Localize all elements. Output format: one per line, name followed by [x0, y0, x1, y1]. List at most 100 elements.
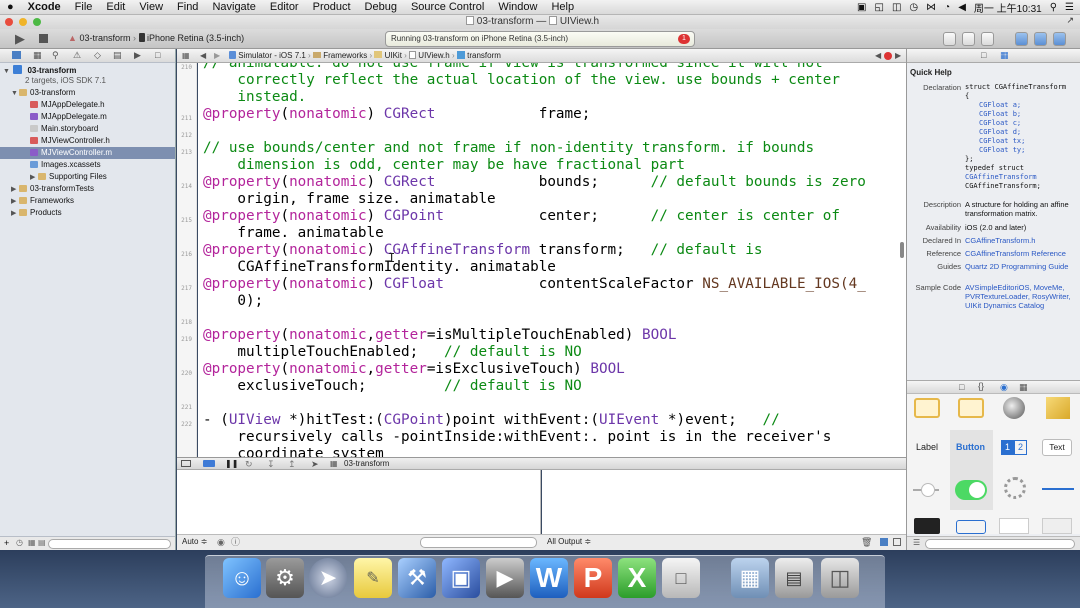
library-item-label[interactable]: Label	[907, 430, 950, 470]
filter-scm-icon[interactable]: ▦	[28, 538, 36, 547]
library-item-image-view[interactable]	[1036, 510, 1079, 534]
qh-reference-link[interactable]: CGAffineTransform Reference	[965, 249, 1079, 258]
fullscreen-icon[interactable]: ↗	[1066, 15, 1074, 26]
ios-simulator-icon[interactable]: ▣	[442, 558, 480, 598]
library-item-button[interactable]: Button	[950, 430, 993, 470]
test-diamond-icon[interactable]: ◇	[94, 50, 101, 61]
menu-window[interactable]: Window	[491, 0, 544, 15]
library-item-activity-indicator[interactable]	[993, 470, 1036, 510]
editor-scrollbar[interactable]	[900, 242, 904, 258]
finder-icon[interactable]: ☺	[223, 558, 261, 598]
trash-icon[interactable]: ◫	[821, 558, 859, 598]
navigator-item[interactable]: ▶ Frameworks	[0, 195, 175, 207]
breadcrumb-uikit[interactable]: UIKit	[385, 51, 402, 60]
xcode-icon[interactable]: ⚒	[398, 558, 436, 598]
qh-decl-link[interactable]: CGAffineTransform	[965, 173, 1079, 182]
menu-edit[interactable]: Edit	[99, 0, 132, 15]
notification-center-icon[interactable]: ☰	[1065, 2, 1074, 13]
source-editor[interactable]: // animatable. do not use frame if view …	[198, 63, 906, 457]
powerpoint-icon[interactable]: P	[574, 558, 612, 598]
debug-target-name[interactable]: 03-transform	[344, 458, 389, 470]
disclosure-closed-icon[interactable]: ▶	[11, 208, 19, 220]
scheme-selector[interactable]: ▲ 03-transform › iPhone Retina (3.5-inch…	[68, 33, 244, 43]
back-arrow-icon[interactable]: ◀	[200, 49, 206, 63]
breakpoint-icon[interactable]: ▶	[134, 50, 141, 61]
breadcrumb-symbol[interactable]: transform	[467, 51, 501, 60]
status-bluetooth-icon[interactable]: ⋈	[926, 2, 936, 13]
applications-folder-icon[interactable]: ▦	[731, 558, 769, 598]
navigator-item[interactable]: ▶ Supporting Files	[0, 171, 175, 183]
recent-files-icon[interactable]: ◷	[16, 538, 23, 547]
previous-issue-icon[interactable]: ◀	[875, 49, 881, 63]
error-badge[interactable]: 1	[678, 34, 690, 44]
qh-declared-link[interactable]: CGAffineTransform.h	[965, 236, 1079, 245]
library-item-glkit[interactable]	[993, 394, 1036, 434]
qh-decl-field[interactable]: CGFloat a;	[965, 101, 1079, 110]
file-template-library-icon[interactable]: □	[959, 382, 964, 392]
info-icon[interactable]: ⓘ	[231, 535, 240, 549]
library-item-view-controller[interactable]	[950, 394, 993, 434]
symbol-navigator-icon[interactable]: ▦	[33, 50, 42, 61]
status-volume-icon[interactable]: ◀	[958, 2, 966, 13]
related-items-icon[interactable]: ▦	[182, 49, 190, 63]
launchpad-rocket-icon[interactable]: ➤	[309, 558, 347, 598]
assistant-editor-button[interactable]	[962, 32, 975, 46]
qh-decl-field[interactable]: CGFloat tx;	[965, 137, 1079, 146]
console-output[interactable]	[542, 470, 906, 534]
file-inspector-icon[interactable]: □	[981, 50, 986, 60]
navigator-item[interactable]: Main.storyboard	[0, 123, 175, 135]
breadcrumb-frameworks[interactable]: Frameworks	[323, 51, 367, 60]
debug-navigator-icon[interactable]: ▤	[113, 50, 122, 61]
menu-find[interactable]: Find	[170, 0, 205, 15]
navigator-item[interactable]: MJAppDelegate.h	[0, 99, 175, 111]
variables-view[interactable]	[177, 470, 541, 534]
library-filter-input[interactable]	[925, 539, 1075, 549]
step-out-icon[interactable]: ↥	[288, 458, 296, 470]
toggle-utilities-button[interactable]	[1053, 32, 1066, 46]
system-preferences-icon[interactable]: ⚙	[266, 558, 304, 598]
show-variables-view-icon[interactable]	[880, 538, 888, 546]
word-icon[interactable]: W	[530, 558, 568, 598]
toggle-debug-area-button[interactable]	[1034, 32, 1047, 46]
qh-decl-field[interactable]: CGFloat ty;	[965, 146, 1079, 155]
next-issue-icon[interactable]: ▶	[895, 49, 901, 63]
library-item-object[interactable]	[1036, 394, 1079, 434]
standard-editor-button[interactable]	[943, 32, 956, 46]
search-icon[interactable]: ⚲	[52, 50, 59, 61]
status-clock-icon[interactable]: ◷	[909, 2, 918, 13]
project-navigator-tab-icon[interactable]	[12, 51, 21, 59]
stickies-icon[interactable]: ✎	[354, 558, 392, 598]
variables-scope-select[interactable]: Auto ≑	[182, 535, 207, 549]
show-console-icon[interactable]	[893, 538, 901, 546]
variables-filter-input[interactable]	[420, 537, 537, 548]
trash-icon[interactable]: 🗑	[861, 535, 872, 549]
library-item-slider[interactable]	[907, 470, 950, 510]
forward-arrow-icon[interactable]: ▶	[214, 49, 220, 63]
navigator-filter-input[interactable]	[48, 539, 171, 549]
navigator-item[interactable]: ▼ 03-transform	[0, 87, 175, 99]
library-item-switch[interactable]	[950, 470, 993, 510]
library-item-page-control[interactable]	[907, 510, 950, 534]
library-item-text-field[interactable]: Text	[1036, 430, 1079, 470]
spotlight-icon[interactable]: ⚲	[1050, 2, 1057, 13]
menu-editor[interactable]: Editor	[263, 0, 306, 15]
breadcrumb-file[interactable]: UIView.h	[418, 51, 449, 60]
navigator-item[interactable]: ▶ 03-transformTests	[0, 183, 175, 195]
documents-stack-icon[interactable]: ▤	[775, 558, 813, 598]
menu-source-control[interactable]: Source Control	[404, 0, 491, 15]
close-window-button[interactable]	[5, 18, 13, 26]
qh-decl-field[interactable]: CGFloat d;	[965, 128, 1079, 137]
library-item-stepper[interactable]	[950, 510, 993, 534]
menu-product[interactable]: Product	[306, 0, 358, 15]
status-wifi-icon[interactable]: ◔	[944, 2, 950, 13]
issue-warning-icon[interactable]: ⚠	[73, 50, 81, 61]
qh-decl-field[interactable]: CGFloat c;	[965, 119, 1079, 128]
step-into-icon[interactable]: ↧	[267, 458, 275, 470]
navigator-item[interactable]: ▶ Products	[0, 207, 175, 219]
object-library-icon[interactable]: ◉	[1000, 382, 1008, 393]
breakpoints-toggle-icon[interactable]	[203, 460, 215, 467]
status-cast-icon[interactable]: ◫	[892, 2, 901, 13]
library-item-progress-view[interactable]	[1036, 470, 1079, 510]
log-navigator-icon[interactable]: □	[155, 50, 160, 60]
simulate-location-icon[interactable]: ➤	[311, 458, 319, 470]
